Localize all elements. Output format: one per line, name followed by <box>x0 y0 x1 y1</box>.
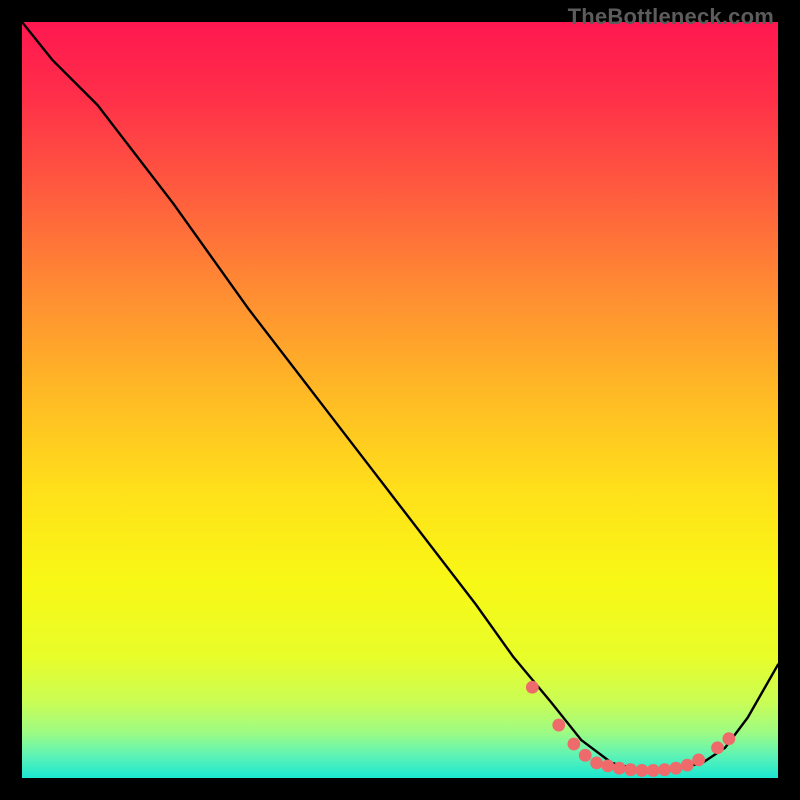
optimal-dot <box>711 741 724 754</box>
optimal-dot <box>722 732 735 745</box>
optimal-dot <box>613 762 626 775</box>
optimal-dot <box>579 749 592 762</box>
watermark-text: TheBottleneck.com <box>568 4 774 30</box>
optimal-dot <box>647 764 660 777</box>
optimal-dot <box>692 753 705 766</box>
bottleneck-curve <box>22 22 778 770</box>
optimal-dot <box>526 681 539 694</box>
chart-container: TheBottleneck.com <box>0 0 800 800</box>
optimal-dot <box>681 759 694 772</box>
plot-area <box>22 22 778 778</box>
optimal-dot <box>658 763 671 776</box>
optimal-dot <box>602 760 615 773</box>
optimal-dot <box>590 756 603 769</box>
optimal-dots <box>526 681 735 777</box>
optimal-dot <box>567 738 580 751</box>
optimal-dot <box>670 762 683 775</box>
optimal-dot <box>552 719 565 732</box>
optimal-dot <box>624 763 637 776</box>
optimal-dot <box>636 764 649 777</box>
line-layer <box>22 22 778 778</box>
